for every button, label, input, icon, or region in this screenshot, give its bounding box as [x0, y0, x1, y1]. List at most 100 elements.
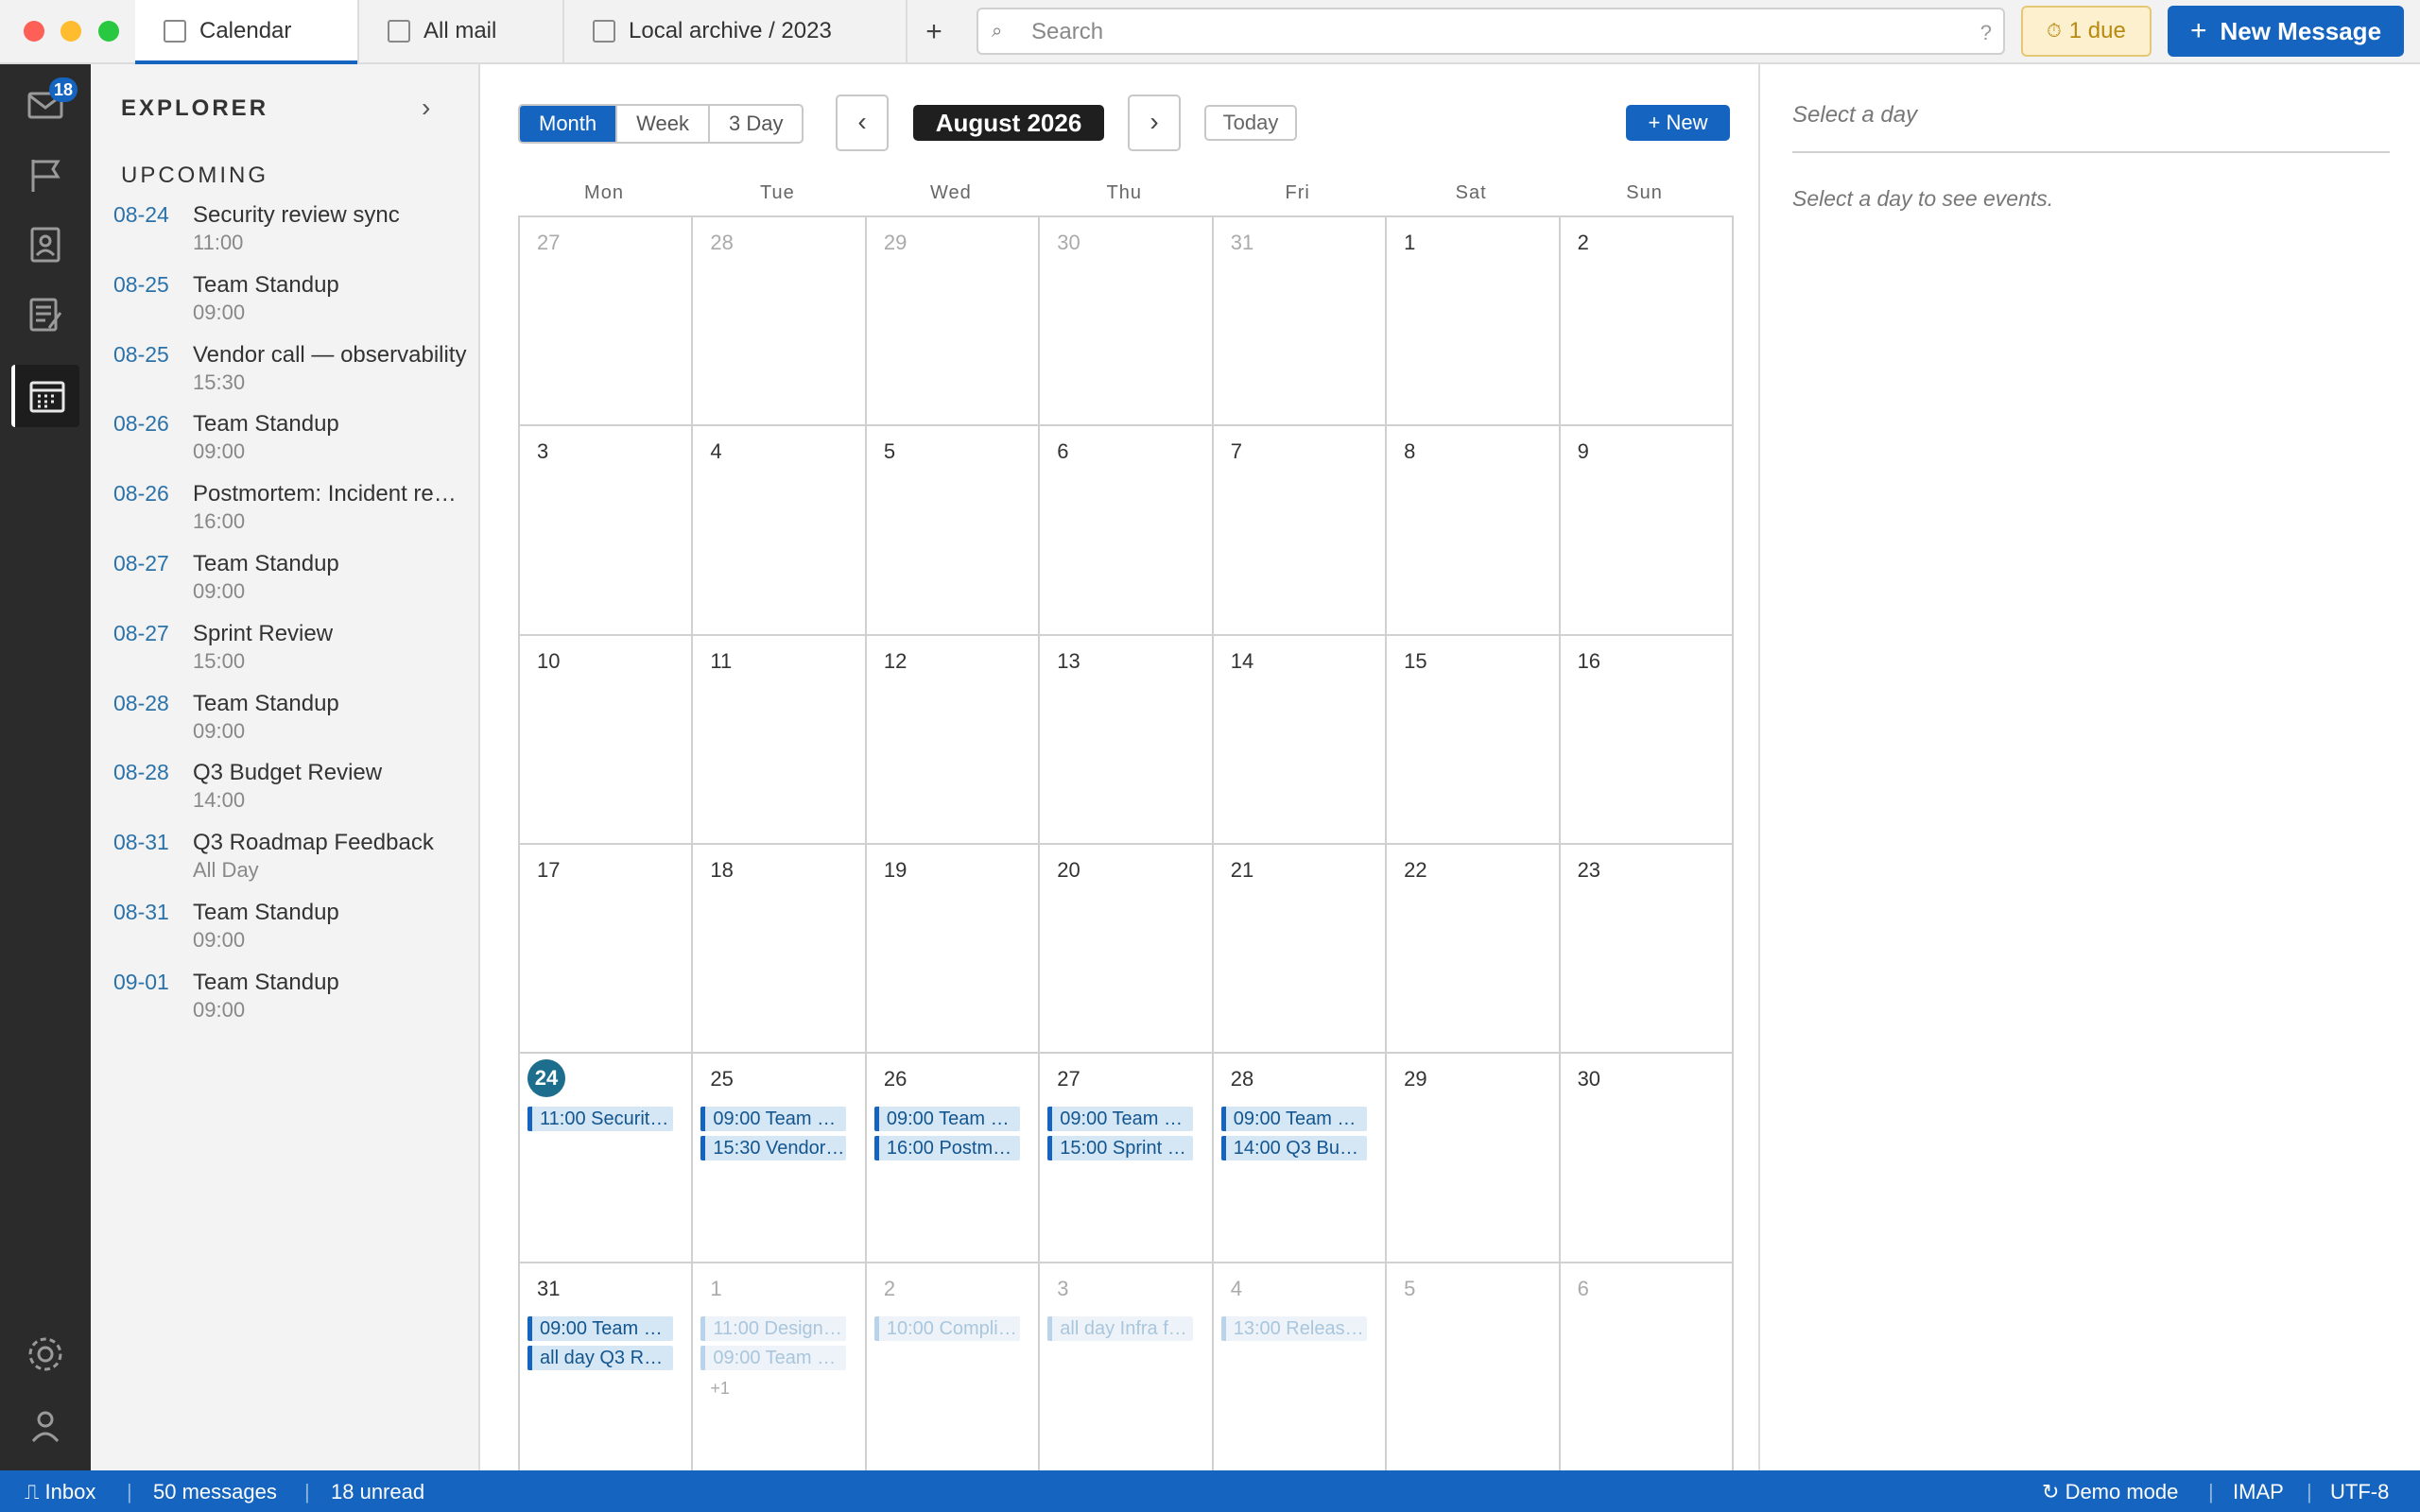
- calendar-event-chip[interactable]: 09:00 Team Standup: [1220, 1107, 1367, 1132]
- day-cell[interactable]: 16: [1558, 633, 1734, 845]
- tab-all-mail[interactable]: All mail: [359, 0, 564, 62]
- day-cell[interactable]: 27 09:00 Team Standup 15:00 Sprint Review: [1038, 1052, 1214, 1263]
- upcoming-item[interactable]: 08-27 Team Standup 09:00: [113, 551, 473, 621]
- day-cell[interactable]: 19: [864, 843, 1041, 1055]
- upcoming-item[interactable]: 08-31 Team Standup 09:00: [113, 900, 473, 970]
- day-cell[interactable]: 29: [864, 215, 1041, 427]
- calendar-event-chip[interactable]: 15:30 Vendor call — observability: [700, 1136, 847, 1161]
- window-minimize-button[interactable]: [60, 21, 81, 42]
- day-cell[interactable]: 8: [1385, 424, 1561, 636]
- day-cell[interactable]: 30: [1038, 215, 1214, 427]
- today-button[interactable]: Today: [1204, 105, 1297, 141]
- view-month-button[interactable]: Month: [520, 106, 618, 142]
- calendar-event-chip[interactable]: 15:00 Sprint Review: [1047, 1136, 1194, 1161]
- upcoming-item[interactable]: 08-31 Q3 Roadmap Feedback All Day: [113, 830, 473, 900]
- rail-inbox[interactable]: 18: [11, 74, 79, 136]
- rail-account[interactable]: [11, 1395, 79, 1457]
- upcoming-item[interactable]: 08-26 Team Standup 09:00: [113, 411, 473, 481]
- search-input[interactable]: [1031, 15, 1939, 49]
- day-cell[interactable]: 29: [1385, 1052, 1561, 1263]
- upcoming-item[interactable]: 08-25 Vendor call — observability 15:30: [113, 342, 473, 412]
- add-tab-button[interactable]: +: [909, 13, 959, 51]
- day-cell[interactable]: 28 09:00 Team Standup 14:00 Q3 Budget Revi…: [1211, 1052, 1388, 1263]
- tab-calendar[interactable]: Calendar: [135, 0, 359, 64]
- mail-icon: [388, 20, 410, 43]
- calendar-event-chip[interactable]: 09:00 Team Standup: [527, 1315, 673, 1341]
- day-cell[interactable]: 15: [1385, 633, 1561, 845]
- rail-flagged[interactable]: [11, 144, 79, 206]
- day-cell[interactable]: 10: [518, 633, 694, 845]
- tab-local-archive[interactable]: Local archive / 2023: [564, 0, 908, 62]
- day-cell[interactable]: 31 09:00 Team Standup all day Q3 Roadmap F…: [518, 1261, 694, 1472]
- day-cell[interactable]: 20: [1038, 843, 1214, 1055]
- day-cell[interactable]: 6: [1038, 424, 1214, 636]
- view-3day-button[interactable]: 3 Day: [710, 106, 802, 142]
- search-help-icon[interactable]: ?: [1980, 21, 1992, 45]
- calendar-event-chip[interactable]: 09:00 Team Standup: [873, 1107, 1020, 1132]
- rail-settings[interactable]: [11, 1323, 79, 1385]
- due-reminders-button[interactable]: ⏱ 1 due: [2021, 6, 2152, 57]
- rail-calendar[interactable]: [11, 365, 79, 427]
- next-month-button[interactable]: ›: [1128, 94, 1181, 151]
- day-cell[interactable]: 18: [691, 843, 867, 1055]
- day-cell[interactable]: 11: [691, 633, 867, 845]
- upcoming-item[interactable]: 08-28 Q3 Budget Review 14:00: [113, 760, 473, 830]
- day-cell[interactable]: 3: [518, 424, 694, 636]
- upcoming-item[interactable]: 08-24 Security review sync 11:00: [113, 202, 473, 272]
- new-event-button[interactable]: + New: [1626, 105, 1730, 141]
- window-zoom-button[interactable]: [98, 21, 119, 42]
- day-cell[interactable]: 14: [1211, 633, 1388, 845]
- day-cell[interactable]: 31: [1211, 215, 1388, 427]
- upcoming-item[interactable]: 08-25 Team Standup 09:00: [113, 272, 473, 342]
- rail-contacts[interactable]: [11, 214, 79, 276]
- view-week-button[interactable]: Week: [617, 106, 710, 142]
- day-cell[interactable]: 13: [1038, 633, 1214, 845]
- search-box[interactable]: ⌕ ?: [977, 8, 2005, 55]
- previous-month-button[interactable]: ‹: [836, 94, 889, 151]
- window-close-button[interactable]: [24, 21, 44, 42]
- calendar-event-chip[interactable]: 11:00 Security review sync: [527, 1107, 673, 1132]
- day-cell[interactable]: 7: [1211, 424, 1388, 636]
- day-cell[interactable]: 1 11:00 Design review 09:00 Team Standup +1: [691, 1261, 867, 1472]
- day-cell[interactable]: 4 13:00 Release planning: [1211, 1261, 1388, 1472]
- day-cell[interactable]: 30: [1558, 1052, 1734, 1263]
- day-cell[interactable]: 23: [1558, 843, 1734, 1055]
- calendar-event-chip[interactable]: 14:00 Q3 Budget Review: [1220, 1136, 1367, 1161]
- day-cell[interactable]: 4: [691, 424, 867, 636]
- day-cell[interactable]: 5: [864, 424, 1041, 636]
- day-cell[interactable]: 27: [518, 215, 694, 427]
- day-cell[interactable]: 1: [1385, 215, 1561, 427]
- day-cell[interactable]: 25 09:00 Team Standup 15:30 Vendor call — …: [691, 1052, 867, 1263]
- calendar-event-chip[interactable]: all day Infra freeze: [1047, 1315, 1194, 1341]
- upcoming-item[interactable]: 08-28 Team Standup 09:00: [113, 691, 473, 761]
- day-cell[interactable]: 22: [1385, 843, 1561, 1055]
- calendar-event-chip[interactable]: 13:00 Release planning: [1220, 1315, 1367, 1341]
- calendar-event-chip[interactable]: 09:00 Team Standup: [700, 1107, 847, 1132]
- day-cell[interactable]: 5: [1385, 1261, 1561, 1472]
- status-folder[interactable]: ⎍ Inbox: [25, 1480, 95, 1504]
- calendar-event-chip[interactable]: 10:00 Compliance check: [873, 1315, 1020, 1341]
- calendar-event-chip[interactable]: 09:00 Team Standup: [1047, 1107, 1194, 1132]
- new-message-button[interactable]: + New Message: [2168, 6, 2404, 57]
- day-cell[interactable]: 28: [691, 215, 867, 427]
- day-cell[interactable]: 6: [1558, 1261, 1734, 1472]
- day-cell[interactable]: 3 all day Infra freeze: [1038, 1261, 1214, 1472]
- day-cell[interactable]: 2 10:00 Compliance check: [864, 1261, 1041, 1472]
- day-cell[interactable]: 9: [1558, 424, 1734, 636]
- day-cell[interactable]: 12: [864, 633, 1041, 845]
- chevron-right-icon[interactable]: ›: [422, 93, 430, 123]
- calendar-event-chip[interactable]: 09:00 Team Standup: [700, 1345, 847, 1370]
- day-cell-today[interactable]: 24 11:00 Security review sync: [518, 1052, 694, 1263]
- day-cell[interactable]: 2: [1558, 215, 1734, 427]
- upcoming-item[interactable]: 08-26 Postmortem: Incident review 16:00: [113, 481, 473, 551]
- calendar-event-chip[interactable]: all day Q3 Roadmap Feedback: [527, 1345, 673, 1370]
- calendar-event-chip[interactable]: 11:00 Design review: [700, 1315, 847, 1341]
- day-cell[interactable]: 21: [1211, 843, 1388, 1055]
- day-cell[interactable]: 26 09:00 Team Standup 16:00 Postmortem: In…: [864, 1052, 1041, 1263]
- upcoming-item[interactable]: 09-01 Team Standup 09:00: [113, 970, 473, 1040]
- more-events-link[interactable]: +1: [710, 1379, 730, 1399]
- day-cell[interactable]: 17: [518, 843, 694, 1055]
- calendar-event-chip[interactable]: 16:00 Postmortem: Incident review: [873, 1136, 1020, 1161]
- upcoming-item[interactable]: 08-27 Sprint Review 15:00: [113, 621, 473, 691]
- rail-notes[interactable]: [11, 284, 79, 346]
